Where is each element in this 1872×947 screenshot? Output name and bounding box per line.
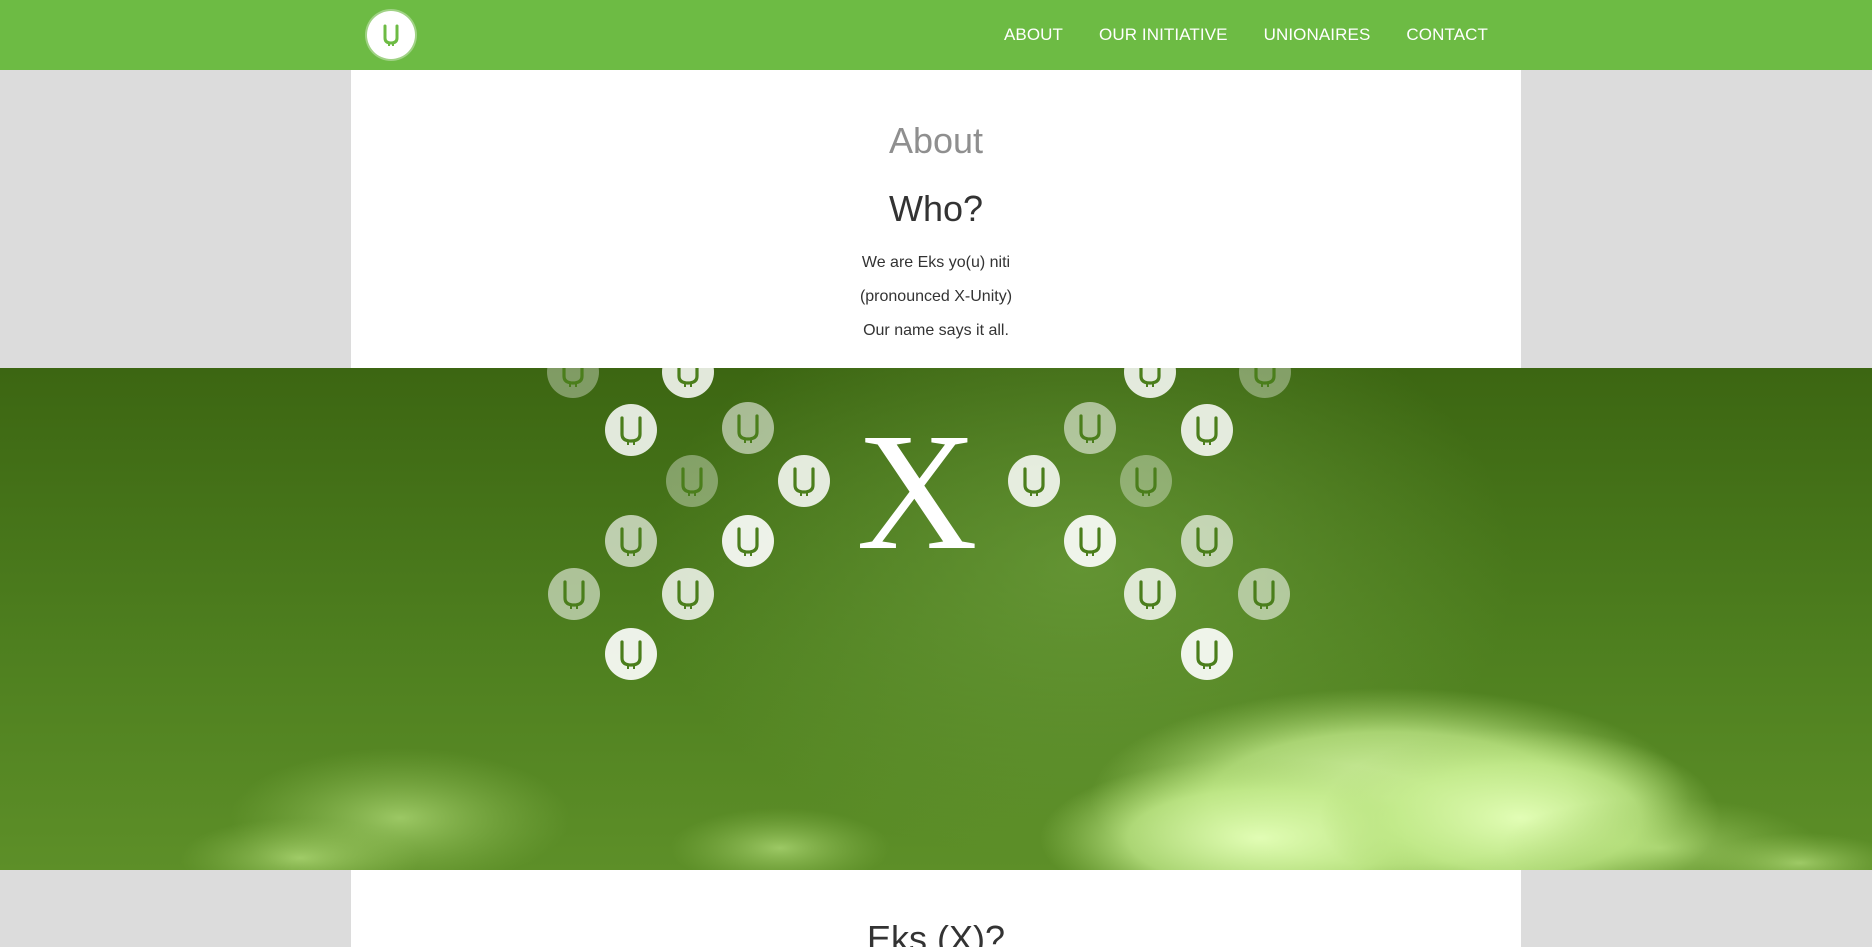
- u-badge-icon: [1124, 368, 1176, 398]
- u-badge-icon: [666, 455, 718, 507]
- u-badge-icon: [605, 515, 657, 567]
- u-badge-icon: [548, 568, 600, 620]
- about-line: Our name says it all.: [863, 322, 1009, 339]
- u-badge-icon: [605, 404, 657, 456]
- u-badge-icon: [1064, 515, 1116, 567]
- who-heading: Who?: [888, 188, 984, 229]
- home-logo-link[interactable]: [367, 11, 415, 59]
- about-line: We are Eks yo(u) niti: [861, 254, 1011, 271]
- u-badge-icon: [547, 368, 599, 398]
- about-text: We are Eks yo(u) niti (pronounced X-Unit…: [351, 246, 1521, 348]
- u-badge-icon: [778, 455, 830, 507]
- nav-link-unionaires[interactable]: UNIONAIRES: [1264, 25, 1371, 45]
- hero-x-letter: X: [856, 399, 977, 585]
- u-badge-icon: [1064, 402, 1116, 454]
- hero-graphic: X: [180, 368, 1872, 870]
- u-badge-icon: [1238, 568, 1290, 620]
- hero-banner: X: [0, 368, 1872, 870]
- u-logo-icon: [383, 24, 399, 46]
- nav-menu: ABOUT OUR INITIATIVE UNIONAIRES CONTACT: [1004, 0, 1488, 70]
- u-badge-icon: [1181, 628, 1233, 680]
- u-badge-icon: [1124, 568, 1176, 620]
- eks-heading: Eks (X)?: [866, 918, 1006, 947]
- left-badge-cluster: [547, 368, 830, 680]
- u-badge-icon: [722, 402, 774, 454]
- eks-section: Eks (X)?: [351, 870, 1521, 947]
- right-badge-cluster: [1008, 368, 1291, 680]
- nav-link-our-initiative[interactable]: OUR INITIATIVE: [1099, 25, 1228, 45]
- about-section-title: About: [888, 120, 984, 161]
- navbar: ABOUT OUR INITIATIVE UNIONAIRES CONTACT: [0, 0, 1872, 70]
- u-badge-icon: [662, 368, 714, 398]
- clouds: [180, 688, 1872, 870]
- nav-link-contact[interactable]: CONTACT: [1406, 25, 1488, 45]
- u-badge-icon: [1181, 515, 1233, 567]
- u-badge-icon: [1120, 455, 1172, 507]
- nav-link-about[interactable]: ABOUT: [1004, 25, 1063, 45]
- u-badge-icon: [662, 568, 714, 620]
- about-section: About Who? We are Eks yo(u) niti (pronou…: [351, 70, 1521, 368]
- u-badge-icon: [1008, 455, 1060, 507]
- u-badge-icon: [1239, 368, 1291, 398]
- u-badge-icon: [722, 515, 774, 567]
- u-badge-icon: [605, 628, 657, 680]
- about-line: (pronounced X-Unity): [859, 288, 1013, 305]
- u-badge-icon: [1181, 404, 1233, 456]
